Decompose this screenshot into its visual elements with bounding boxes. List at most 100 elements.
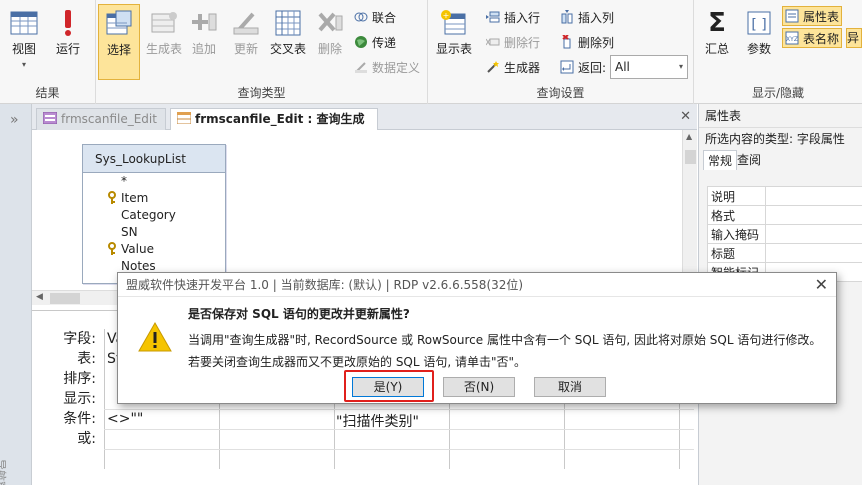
close-icon[interactable]: ✕: [815, 275, 828, 294]
property-row[interactable]: 格式: [707, 205, 862, 225]
row-label-sort: 排序:: [63, 371, 96, 387]
property-table: 说明 格式 输入掩码 标题 智能标记: [707, 186, 862, 282]
delete-row-label: 删除行: [504, 36, 541, 50]
tab-form[interactable]: frmscanfile_Edit: [36, 108, 166, 130]
table-names-label: 表名称: [803, 32, 840, 46]
return-control: 返回:: [560, 58, 606, 78]
table-field-list[interactable]: Sys_LookupList * Item Category SN Value …: [82, 144, 226, 284]
no-button[interactable]: 否(N): [443, 377, 515, 397]
results-group: 视图 ▾ 运行 结果: [0, 0, 96, 104]
field-name: Value: [121, 242, 154, 256]
field-list-item[interactable]: *: [83, 173, 225, 190]
update-button[interactable]: 更新: [224, 4, 268, 80]
scrollbar-thumb[interactable]: [50, 293, 80, 304]
show-table-button[interactable]: + 显示表: [432, 4, 476, 80]
pass-through-label: 传递: [372, 36, 397, 50]
property-sheet-icon: [785, 9, 799, 23]
scrollbar-thumb[interactable]: [685, 150, 696, 164]
pass-through-button[interactable]: 传递: [354, 33, 396, 53]
delete-column-button[interactable]: 删除列: [560, 33, 614, 53]
query-type-group: 选择 生成表 追加 更新 交叉表 删除 联合 传递 数据定义 查询类型: [96, 0, 428, 104]
property-tabs: 常规 查阅: [699, 150, 862, 170]
table-names-button[interactable]: XYZ 表名称: [782, 28, 842, 48]
tab-query-builder[interactable]: frmscanfile_Edit : 查询生成器: [170, 108, 378, 146]
totals-button[interactable]: Σ 汇总: [698, 4, 736, 80]
insert-row-icon: [486, 11, 500, 23]
tab-lookup[interactable]: 查阅: [733, 150, 765, 170]
property-row[interactable]: 说明: [707, 186, 862, 206]
svg-text:+: +: [443, 11, 450, 20]
property-sheet-button[interactable]: 属性表: [782, 6, 842, 26]
delete-label: 删除: [317, 42, 342, 56]
ribbon: 视图 ▾ 运行 结果 选择 生成表 追加 更新 交叉表 删除 联合 传递 数据定…: [0, 0, 862, 104]
dialog-main-message: 是否保存对 SQL 语句的更改并更新属性?: [188, 307, 410, 321]
field-list-item[interactable]: Category: [83, 207, 225, 224]
property-sheet-title: 属性表: [699, 104, 862, 128]
grid-cell-criteria[interactable]: "扫描件类别": [336, 411, 419, 431]
selection-type: 所选内容的类型: 字段属性: [705, 132, 845, 146]
property-row[interactable]: 输入掩码: [707, 224, 862, 244]
grid-row-labels: 字段: 表: 排序: 显示: 条件: 或:: [32, 329, 102, 449]
cancel-button[interactable]: 取消: [534, 377, 606, 397]
data-definition-label: 数据定义: [372, 61, 421, 75]
grid-cell-criteria[interactable]: <>"": [107, 411, 143, 427]
chevron-down-icon: ▾: [678, 62, 683, 71]
crosstab-button[interactable]: 交叉表: [266, 4, 310, 80]
builder-wand-icon: [487, 61, 499, 73]
grid-row-line: [104, 409, 694, 410]
append-button[interactable]: 追加: [182, 4, 226, 80]
make-table-button[interactable]: 生成表: [142, 4, 186, 80]
delete-row-button[interactable]: 删除行: [486, 33, 540, 53]
insert-row-button[interactable]: 插入行: [486, 8, 540, 28]
select-label: 选择: [106, 43, 131, 57]
chevron-right-icon[interactable]: »: [10, 112, 19, 128]
property-value[interactable]: [765, 224, 862, 244]
scroll-left-arrow-icon[interactable]: ◀: [36, 292, 43, 302]
insert-column-button[interactable]: 插入列: [560, 8, 614, 28]
field-name: Notes: [121, 259, 156, 273]
view-button[interactable]: 视图 ▾: [2, 4, 46, 80]
select-query-button[interactable]: 选择: [98, 4, 140, 80]
delete-query-button[interactable]: 删除: [308, 4, 352, 80]
field-list-item[interactable]: Item: [83, 190, 225, 207]
table-field-list-title: Sys_LookupList: [83, 145, 225, 173]
field-list-item[interactable]: Value: [83, 241, 225, 258]
warning-icon: [138, 321, 172, 352]
parameters-icon: [ ]: [747, 11, 771, 35]
append-plus-icon: [192, 13, 217, 31]
builder-label: 生成器: [504, 61, 541, 75]
delete-column-label: 删除列: [578, 36, 615, 50]
svg-text:XYZ: XYZ: [786, 36, 798, 43]
property-row[interactable]: 标题: [707, 243, 862, 263]
return-select[interactable]: All ▾: [610, 55, 688, 79]
property-name: 输入掩码: [707, 224, 766, 244]
show-hide-group: Σ 汇总 [ ] 参数 属性表 XYZ 表名称 异 显示/隐藏: [694, 0, 862, 104]
tab-general[interactable]: 常规: [703, 150, 738, 170]
show-table-icon: +: [441, 10, 466, 35]
navigation-pane-collapsed[interactable]: » 导航窗格: [0, 104, 32, 485]
property-value[interactable]: [765, 186, 862, 206]
grid-column[interactable]: [104, 329, 105, 469]
more-button[interactable]: 异: [846, 28, 862, 48]
field-list-item[interactable]: SN: [83, 224, 225, 241]
union-button[interactable]: 联合: [354, 8, 396, 28]
return-select-value: All: [615, 60, 630, 74]
data-definition-button[interactable]: 数据定义: [354, 58, 420, 78]
builder-button[interactable]: 生成器: [486, 58, 540, 78]
parameters-button[interactable]: [ ] 参数: [738, 4, 780, 80]
property-value[interactable]: [765, 205, 862, 225]
scroll-up-arrow-icon[interactable]: ▲: [686, 132, 692, 141]
datasheet-view-icon: [10, 11, 38, 35]
property-value[interactable]: [765, 243, 862, 263]
key-icon: [108, 191, 116, 204]
close-icon[interactable]: ✕: [680, 109, 691, 124]
run-button[interactable]: 运行: [46, 4, 90, 80]
union-rings-icon: [354, 12, 368, 22]
sigma-icon: Σ: [708, 8, 726, 38]
form-icon: [43, 112, 57, 124]
row-label-field: 字段:: [63, 331, 96, 347]
view-label: 视图: [11, 42, 36, 56]
crosstab-label: 交叉表: [269, 42, 306, 56]
save-changes-dialog: 盟威软件快速开发平台 1.0 | 当前数据库: (默认) | RDP v2.6.…: [117, 272, 837, 404]
document-tabs: frmscanfile_Edit frmscanfile_Edit : 查询生成…: [32, 104, 697, 146]
